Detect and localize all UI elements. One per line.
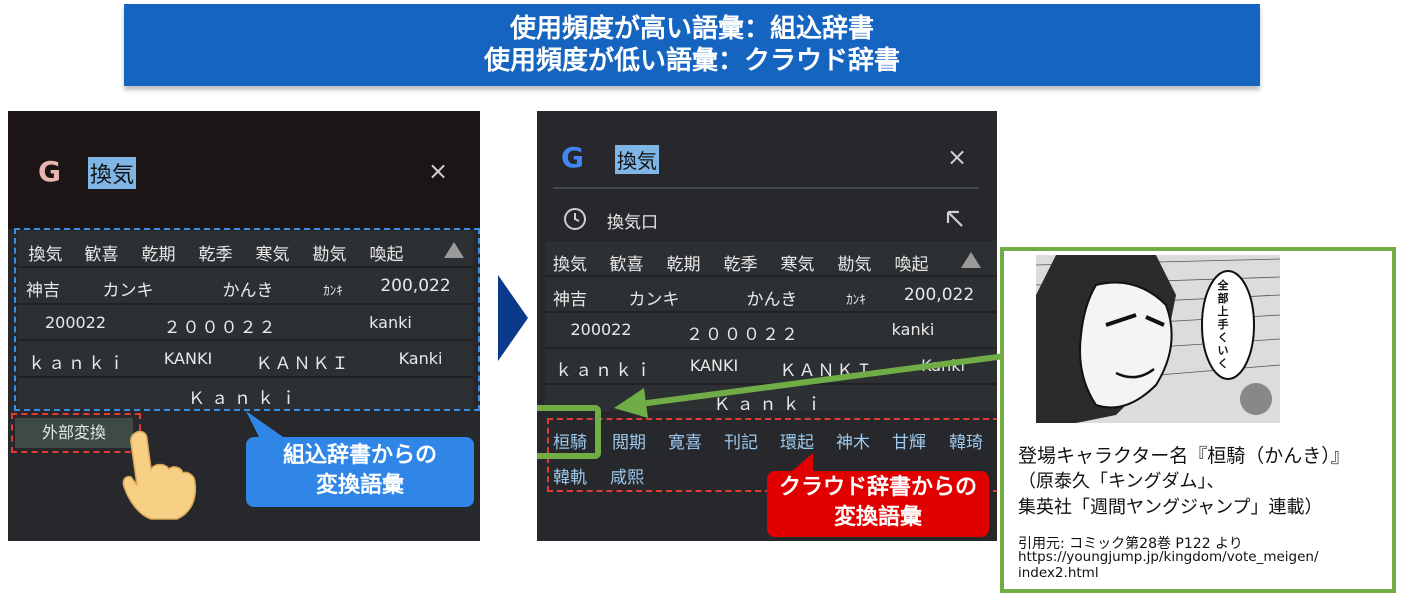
candidate[interactable]: ２０００２２ [657,320,829,345]
source-url[interactable]: https://youngjump.jp/kingdom/vote_meigen… [1018,549,1319,565]
character-caption: 登場キャラクター名『桓騎（かんき）』 [1018,445,1350,467]
search-bar [8,111,480,229]
banner-line-2: 使用頻度が低い語彙：クラウド辞書 [483,46,900,76]
candidate[interactable]: 乾期 [655,250,712,275]
history-suggestion[interactable]: 換気口 [607,208,658,233]
manga-illustration [1036,255,1280,423]
cloud-dictionary-callout: クラウド辞書からの 変換語彙 [767,471,989,537]
candidate[interactable]: 歓喜 [599,250,654,275]
callout-line-1: クラウド辞書からの [778,475,977,500]
candidate[interactable]: 200,022 [881,285,997,305]
pointing-hand-icon [122,430,197,520]
divider [545,275,997,277]
banner-line-1: 使用頻度が高い語彙：組込辞書 [509,14,874,44]
builtin-dictionary-highlight [14,228,480,411]
candidate[interactable]: 喚起 [883,250,940,275]
candidate[interactable]: カンキ [595,285,713,310]
next-arrow-icon [498,275,528,361]
candidate[interactable]: 神吉 [545,285,595,310]
right-keyboard-screenshot: G 換気 × 換気口 換気 歓喜 乾期 乾季 寒気 勘気 喚起 神吉 カンキ か… [537,111,997,541]
close-icon[interactable]: × [428,157,448,185]
candidate[interactable]: 200022 [545,320,657,339]
divider [553,187,979,189]
search-query[interactable]: 換気 [615,145,659,174]
link-arrow-icon [614,353,1006,418]
candidate[interactable]: かんき [713,285,831,310]
left-keyboard-screenshot: G 換気 × 換気 歓喜 乾期 乾季 寒気 勘気 喚起 神吉 カンキ かんき ｶ… [8,111,480,541]
collapse-icon[interactable] [961,252,981,268]
google-logo-icon: G [38,155,61,188]
title-banner: 使用頻度が高い語彙：組込辞書 使用頻度が低い語彙：クラウド辞書 [124,4,1260,86]
candidate[interactable]: 乾季 [712,250,769,275]
candidate[interactable]: 勘気 [826,250,883,275]
search-query[interactable]: 換気 [88,157,137,189]
divider [545,311,997,313]
google-logo-icon: G [561,141,584,174]
character-caption: （原泰久「キングダム」、 [1018,471,1225,492]
character-caption: 集英社「週間ヤングジャンプ」連載） [1018,497,1323,518]
source-url[interactable]: index2.html [1018,565,1099,581]
callout-line-2: 変換語彙 [315,473,404,498]
candidate[interactable]: kanki [829,320,997,339]
candidate[interactable]: 寒気 [769,250,826,275]
callout-line-1: 組込辞書からの [282,443,437,468]
speech-bubble-text: 全部上手くいく [1217,279,1229,370]
callout-line-2: 変換語彙 [833,505,922,530]
character-info-card: 全部上手くいく 登場キャラクター名『桓騎（かんき）』 （原泰久「キングダム」、 … [1000,247,1396,593]
builtin-dictionary-callout: 組込辞書からの 変換語彙 [246,437,474,507]
candidate[interactable]: 換気 [545,250,595,275]
history-clock-icon [564,208,586,230]
close-icon[interactable]: × [947,143,967,171]
candidate[interactable]: ｶﾝｷ [831,289,881,308]
selected-candidate-highlight [537,405,601,459]
fill-query-arrow-icon[interactable] [945,209,965,229]
